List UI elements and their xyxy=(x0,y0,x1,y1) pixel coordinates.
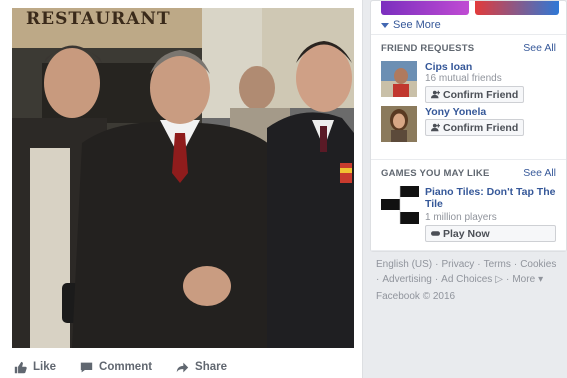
games-title: GAMES YOU MAY LIKE xyxy=(381,167,490,179)
comment-icon xyxy=(80,362,93,372)
game-suggestion: Piano Tiles: Don't Tap The Tile 1 millio… xyxy=(381,186,556,242)
game-controller-icon xyxy=(431,231,440,236)
footer-link-cookies[interactable]: Cookies xyxy=(520,259,556,271)
avatar[interactable] xyxy=(381,106,417,142)
ad-choices-icon: ▷ xyxy=(495,274,503,285)
add-friend-icon xyxy=(431,123,440,132)
games-section: GAMES YOU MAY LIKE See All Piano Tiles: … xyxy=(371,160,566,251)
footer: English (US) · Privacy · Terms · Cookies · A… xyxy=(370,252,567,310)
caret-down-icon: ▾ xyxy=(538,274,544,285)
footer-link-privacy[interactable]: Privacy xyxy=(441,259,474,271)
comment-label: Comment xyxy=(99,361,153,373)
post-photo[interactable]: RESTAURANT xyxy=(12,8,354,348)
right-column: See More FRIEND REQUESTS See All Cips Io… xyxy=(370,0,567,310)
games-see-all[interactable]: See All xyxy=(523,167,556,179)
avatar[interactable] xyxy=(381,61,417,97)
see-more-link[interactable]: See More xyxy=(381,19,441,31)
see-more-label: See More xyxy=(393,19,441,31)
games-thumbnail-strip: See More xyxy=(371,1,566,35)
footer-link-terms[interactable]: Terms xyxy=(484,259,511,271)
footer-link-more[interactable]: More xyxy=(512,274,535,286)
caret-down-icon xyxy=(381,22,389,28)
share-button[interactable]: Share xyxy=(176,361,227,374)
friend-name[interactable]: Yony Yonela xyxy=(425,106,524,118)
game-title[interactable]: Piano Tiles: Don't Tap The Tile xyxy=(425,186,556,210)
friend-request-item: Yony Yonela Confirm Friend xyxy=(381,106,556,142)
footer-link-advertising[interactable]: Advertising xyxy=(382,274,431,286)
piano-tiles-icon[interactable] xyxy=(381,186,419,224)
play-now-button[interactable]: Play Now xyxy=(425,225,556,242)
post-action-bar: Like Comment Share xyxy=(12,356,354,378)
post-card: RESTAURANT Like Comment Share xyxy=(0,0,363,378)
confirm-friend-button[interactable]: Confirm Friend xyxy=(425,119,525,136)
sidebar-card: See More FRIEND REQUESTS See All Cips Io… xyxy=(370,0,567,252)
confirm-friend-button[interactable]: Confirm Friend xyxy=(425,86,525,103)
mutual-friends-count[interactable]: 16 mutual friends xyxy=(425,73,524,85)
friend-name[interactable]: Cips Ioan xyxy=(425,61,524,73)
game-player-count: 1 million players xyxy=(425,212,497,223)
friend-requests-see-all[interactable]: See All xyxy=(523,42,556,54)
friend-requests-title: FRIEND REQUESTS xyxy=(381,42,475,54)
restaurant-sign: RESTAURANT xyxy=(26,9,171,29)
friend-request-item: Cips Ioan 16 mutual friends Confirm Frie… xyxy=(381,61,556,103)
like-button[interactable]: Like xyxy=(14,361,56,374)
game-thumbnail[interactable] xyxy=(475,1,559,15)
like-label: Like xyxy=(33,361,57,373)
footer-link-ad-choices[interactable]: Ad Choices xyxy=(441,274,492,286)
comment-button[interactable]: Comment xyxy=(80,361,152,374)
game-thumbnail[interactable] xyxy=(381,1,469,15)
footer-link-language[interactable]: English (US) xyxy=(376,259,432,271)
share-label: Share xyxy=(195,361,228,373)
friend-requests-section: FRIEND REQUESTS See All Cips Ioan 16 mut… xyxy=(371,35,566,160)
photo-illustration xyxy=(12,8,354,348)
add-friend-icon xyxy=(431,90,440,99)
thumbs-up-icon xyxy=(14,361,27,373)
footer-copyright: Facebook © 2016 xyxy=(376,291,456,302)
share-arrow-icon xyxy=(176,362,189,372)
